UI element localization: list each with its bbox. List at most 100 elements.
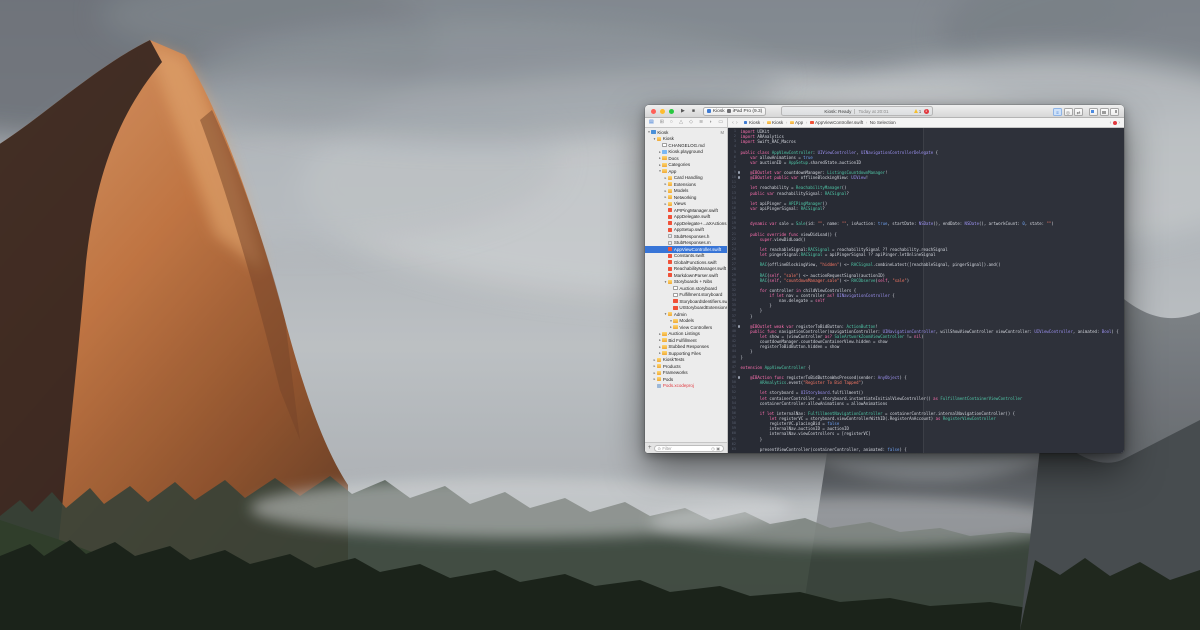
breadcrumb-label: No Selection [869,120,896,125]
issue-navigator-icon[interactable]: △ [679,118,683,128]
file-name-label: Storyboards + Nibs [673,279,713,285]
code-text: } [740,436,763,442]
minimize-button[interactable] [660,108,665,114]
stop-button[interactable]: ■ [692,108,695,114]
breakpoint-navigator-icon[interactable]: ◗ [709,118,712,128]
version-editor-button[interactable]: ⇄ [1074,107,1083,116]
status-time: Today at 20:01 [854,108,889,114]
window-titlebar: ▶ ■ Kiosk iPad Pro (9.3) Kiosk: Ready To… [645,105,1124,118]
disclosure-triangle-icon[interactable]: ▸ [653,371,657,375]
breadcrumb-separator: › [805,120,808,125]
disclosure-triangle-icon[interactable]: ▾ [664,312,668,316]
warning-icon [914,109,919,114]
doc-file-icon [662,143,667,148]
zoom-button[interactable] [669,108,674,114]
file-name-label: Kiosk [657,129,669,135]
scheme-name: Kiosk [712,108,725,114]
standard-editor-button[interactable]: ≡ [1053,107,1062,116]
toggle-inspector-button[interactable] [1110,107,1119,116]
disclosure-triangle-icon[interactable]: ▸ [664,202,668,206]
file-name-label: Kiosk.playground [668,149,703,155]
editor-mode-buttons: ≡ ◎ ⇄ [1053,107,1083,116]
window-body: ▾ Kiosk M ▾ Kiosk CHANGELOG.md ▸ Kiosk.playgrou… [645,128,1124,453]
folder-icon [766,120,771,125]
disclosure-triangle-icon[interactable]: ▾ [664,280,668,284]
scheme-selector[interactable]: Kiosk iPad Pro (9.3) [702,106,767,116]
recent-files-filter-icon[interactable]: ◷ [711,446,715,451]
swift-file-icon [667,260,673,265]
file-name-label: Views [673,201,686,207]
disclosure-triangle-icon[interactable]: ▸ [664,182,668,186]
swift-file-icon [667,208,673,213]
file-name-label: GlobalFunctions.swift [673,259,717,265]
breadcrumb-separator: › [865,120,868,125]
breadcrumb-item[interactable]: Kiosk [743,120,761,125]
code-area[interactable]: 1 import UIKit 2 import ARAnalytics 3 import … [728,128,1124,452]
warning-badge[interactable]: 1 [914,109,921,114]
swift-file-icon [667,253,673,258]
file-name-label: Networking [673,194,697,200]
filter-field[interactable]: ⊙ Filter ◷ ▣ [653,444,724,452]
issue-dot-icon[interactable] [1112,120,1117,125]
code-text: super.viewDidLoad() [759,236,806,242]
file-name-label: MarkdownParser.swift [673,272,718,278]
folder-file-icon [673,325,678,330]
desktop: ▶ ■ Kiosk iPad Pro (9.3) Kiosk: Ready To… [0,0,1200,630]
project-navigator-icon[interactable]: ▤ [649,118,654,128]
swift-file-icon [667,266,673,271]
file-name-label: Card Handling [673,175,703,181]
navigator-filter-bar: + ⊙ Filter ◷ ▣ [645,442,727,453]
add-file-button[interactable]: + [648,445,652,451]
swift-file-icon [667,221,673,226]
view-toggle-buttons [1089,107,1119,116]
activity-viewer: Kiosk: Ready Today at 20:01 1 1 [780,106,933,116]
toolbar-right-buttons: ≡ ◎ ⇄ [1053,107,1119,116]
folder-file-icon [667,201,673,206]
test-navigator-icon[interactable]: ◇ [689,118,693,128]
issue-badges: 1 1 [914,108,929,114]
disclosure-triangle-icon[interactable]: ▸ [653,358,657,362]
file-tree-row[interactable]: Pods.xcodeproj [645,383,727,390]
error-icon: 1 [923,108,929,114]
file-name-label: StoryboardIdentifiers.swift [679,298,727,304]
disclosure-triangle-icon[interactable]: ▸ [664,195,668,199]
disclosure-triangle-icon[interactable]: ▸ [653,377,657,381]
file-name-label: CHANGELOG.md [668,142,705,148]
toggle-navigator-button[interactable] [1089,107,1098,116]
run-button[interactable]: ▶ [681,108,685,114]
scm-status-filter-icon[interactable]: ▣ [716,446,720,451]
debug-navigator-icon[interactable]: ≋ [699,118,703,128]
close-button[interactable] [651,108,656,114]
breadcrumb-item[interactable]: Kiosk [766,120,784,125]
code-text: var auctionID = AppSetup.sharedState.auc… [750,159,861,165]
disclosure-triangle-icon[interactable]: ▾ [653,137,657,141]
file-name-label: Bid Fulfillment [668,337,697,343]
next-issue-button[interactable]: › [1118,120,1120,126]
breadcrumb-item[interactable]: AppViewController.swift [809,120,863,125]
swift-file-icon [673,299,678,304]
disclosure-triangle-icon[interactable]: ▸ [664,189,668,193]
disclosure-triangle-icon[interactable]: ▸ [664,176,668,180]
history-back-forward[interactable]: ‹› [732,120,740,126]
breadcrumb-label: Kiosk [772,120,784,125]
symbol-navigator-icon[interactable]: ⊞ [660,118,664,128]
xcodeproj-file-icon [656,383,662,388]
breadcrumb-label: Kiosk [748,120,761,125]
disclosure-triangle-icon[interactable]: ▸ [653,364,657,368]
error-badge[interactable]: 1 [923,108,929,114]
file-name-label: KioskTests [662,357,685,363]
file-name-label: StubResponses.m [673,240,711,246]
toggle-debug-area-button[interactable] [1099,107,1109,116]
breadcrumb-item[interactable]: No Selection [870,120,896,125]
file-name-label: Constants.swift [673,253,705,259]
file-name-label: Auction Listings [668,331,700,337]
jump-bar-crumbs: Kiosk › Kiosk › App › AppViewController.swift ›… [743,120,896,125]
find-navigator-icon[interactable]: ○ [670,118,673,128]
swift-file-icon [667,273,673,278]
editor-panel[interactable]: 1 import UIKit 2 import ARAnalytics 3 import … [728,128,1124,453]
previous-issue-button[interactable]: ‹ [1110,120,1112,126]
assistant-editor-button[interactable]: ◎ [1063,107,1073,116]
file-tree: ▾ Kiosk M ▾ Kiosk CHANGELOG.md ▸ Kiosk.playgrou… [645,128,727,442]
breadcrumb-item[interactable]: App [789,120,803,125]
report-navigator-icon[interactable]: ▭ [718,118,723,128]
